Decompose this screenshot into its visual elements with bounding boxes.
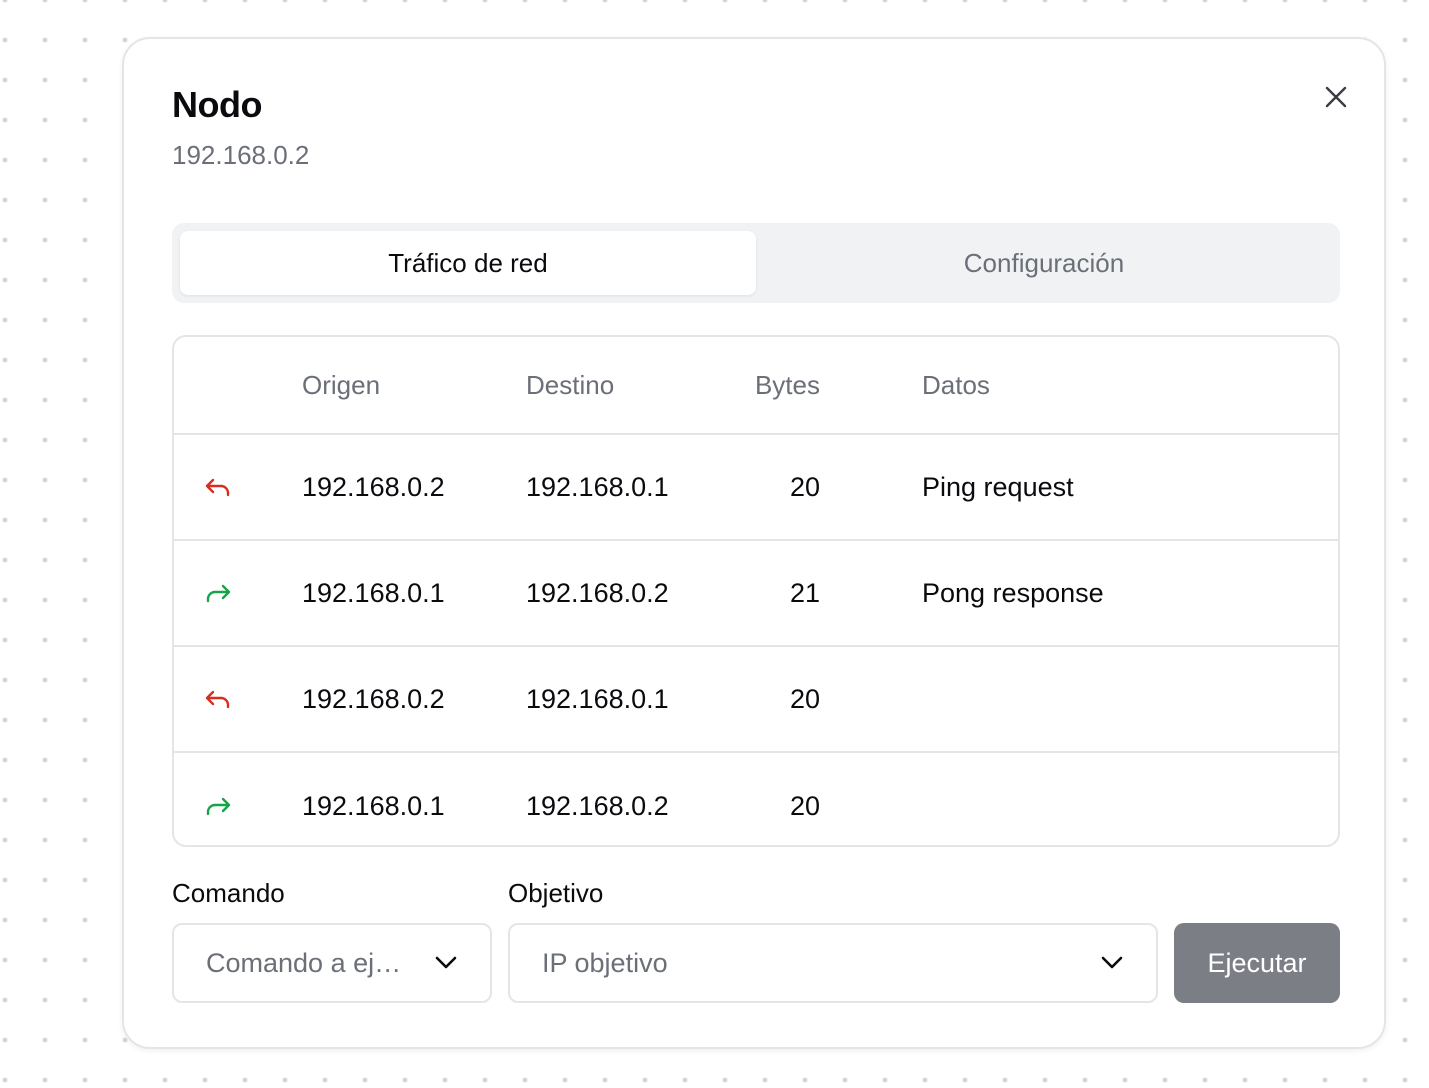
bytes-cell: 21	[789, 577, 820, 608]
bytes-cell: 20	[789, 683, 820, 714]
dialog-subtitle: 192.168.0.2	[172, 140, 310, 170]
destination-cell: 192.168.0.1	[526, 683, 669, 714]
close-button[interactable]	[1316, 77, 1356, 117]
origin-cell: 192.168.0.2	[302, 683, 445, 714]
target-label: Objetivo	[508, 878, 604, 908]
direction-header	[204, 337, 244, 433]
target-select[interactable]: IP objetivo	[508, 923, 1158, 1003]
destination-cell: 192.168.0.1	[526, 471, 669, 502]
table-header-row: Origen Destino Bytes Datos	[174, 337, 1338, 435]
bytes-cell: 20	[789, 471, 820, 502]
data-cell: Pong response	[922, 577, 1104, 608]
table-row: 192.168.0.2 192.168.0.1 20 Ping request	[174, 435, 1338, 541]
origin-cell: 192.168.0.2	[302, 471, 445, 502]
forward-arrow-icon	[206, 797, 231, 816]
traffic-table: Origen Destino Bytes Datos 192.168.0.2 1…	[172, 335, 1340, 847]
dialog-title: Nodo	[172, 84, 262, 125]
data-header: Datos	[922, 369, 990, 400]
close-icon[interactable]	[1325, 86, 1347, 108]
target-select-value: IP objetivo	[542, 947, 668, 978]
node-dialog: Nodo 192.168.0.2 Tráfico de red Configur…	[122, 37, 1386, 1049]
reply-arrow-icon	[205, 478, 230, 497]
origin-header: Origen	[302, 369, 381, 400]
execute-button[interactable]: Ejecutar	[1174, 923, 1340, 1003]
bytes-cell: 20	[789, 790, 820, 821]
data-cell: Ping request	[922, 471, 1074, 502]
origin-cell: 192.168.0.1	[302, 577, 445, 608]
destination-cell: 192.168.0.2	[526, 577, 669, 608]
table-row: 192.168.0.2 192.168.0.1 20	[174, 647, 1338, 753]
chevron-down-icon	[1100, 951, 1124, 975]
destination-cell: 192.168.0.2	[526, 790, 669, 821]
command-select[interactable]: Comando a ej…	[172, 923, 492, 1003]
tab-list: Tráfico de red Configuración	[172, 223, 1340, 303]
command-label: Comando	[172, 878, 285, 908]
forward-arrow-icon	[206, 584, 231, 603]
table-row: 192.168.0.1 192.168.0.2 21 Pong response	[174, 541, 1338, 647]
origin-cell: 192.168.0.1	[302, 790, 445, 821]
destination-header: Destino	[526, 369, 615, 400]
bytes-header: Bytes	[754, 369, 820, 400]
tab-network-traffic[interactable]: Tráfico de red	[180, 231, 756, 295]
chevron-down-icon	[434, 951, 458, 975]
command-select-value: Comando a ej…	[206, 947, 402, 978]
tab-configuration[interactable]: Configuración	[756, 231, 1332, 295]
table-row: 192.168.0.1 192.168.0.2 20	[174, 753, 1338, 845]
reply-arrow-icon	[205, 690, 230, 709]
